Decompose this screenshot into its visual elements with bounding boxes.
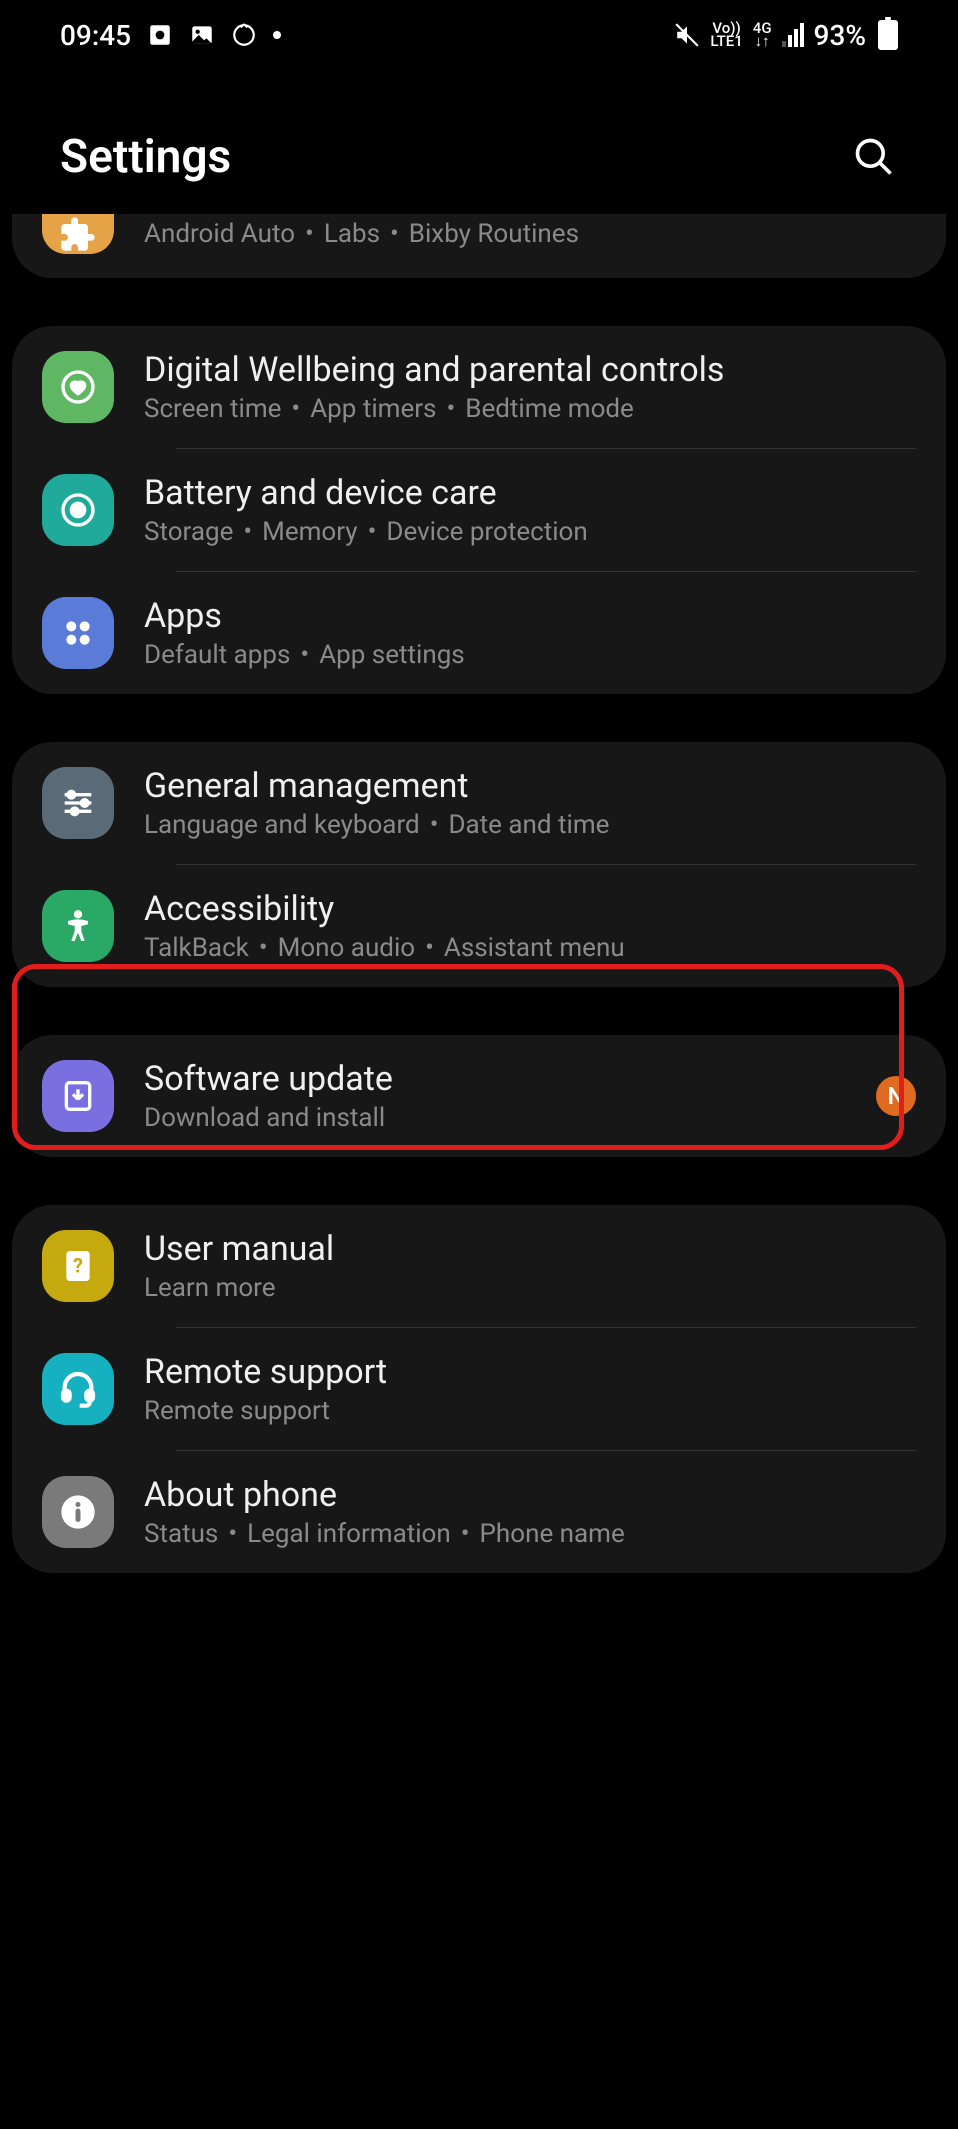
row-subtitle: Default apps•App settings: [144, 640, 916, 670]
volte-icon: Vo)) LTE1: [710, 22, 742, 49]
row-title: Battery and device care: [144, 473, 916, 513]
settings-row-about-phone[interactable]: About phone Status•Legal information•Pho…: [12, 1451, 946, 1573]
battery-percent: 93%: [814, 19, 866, 52]
refresh-circle-icon: [42, 474, 114, 546]
status-time: 09:45: [60, 19, 131, 52]
settings-row-remote-support[interactable]: Remote support Remote support: [12, 1328, 946, 1450]
settings-group: ? User manual Learn more Remote support …: [12, 1205, 946, 1573]
status-left: 09:45: [60, 19, 281, 52]
settings-row-apps[interactable]: Apps Default apps•App settings: [12, 572, 946, 694]
row-text: Remote support Remote support: [144, 1352, 916, 1426]
photo-icon: [147, 22, 173, 48]
page-title: Settings: [60, 130, 231, 184]
settings-group: Android Auto•Labs•Bixby Routines: [12, 214, 946, 278]
row-title: Software update: [144, 1059, 846, 1099]
settings-row-user-manual[interactable]: ? User manual Learn more: [12, 1205, 946, 1327]
row-text: Accessibility TalkBack•Mono audio•Assist…: [144, 889, 916, 963]
settings-group: General management Language and keyboard…: [12, 742, 946, 987]
row-title: General management: [144, 766, 916, 806]
network-4g-icon: 4G ↓↑: [753, 22, 772, 49]
row-subtitle: Screen time•App timers•Bedtime mode: [144, 394, 916, 424]
image-icon: [189, 22, 215, 48]
row-title: User manual: [144, 1229, 916, 1269]
row-text: Battery and device care Storage•Memory•D…: [144, 473, 916, 547]
settings-list: Android Auto•Labs•Bixby Routines Digital…: [0, 214, 958, 1573]
settings-row-accessibility[interactable]: Accessibility TalkBack•Mono audio•Assist…: [12, 865, 946, 987]
settings-row-advanced-features[interactable]: Android Auto•Labs•Bixby Routines: [12, 214, 946, 278]
row-title: Apps: [144, 596, 916, 636]
row-text: Apps Default apps•App settings: [144, 596, 916, 670]
row-title: About phone: [144, 1475, 916, 1515]
row-subtitle: Storage•Memory•Device protection: [144, 517, 916, 547]
svg-text:?: ?: [73, 1254, 83, 1278]
row-text: Digital Wellbeing and parental controls …: [144, 350, 916, 424]
row-subtitle: Learn more: [144, 1273, 916, 1303]
row-subtitle: Download and install: [144, 1103, 846, 1133]
settings-row-battery-device-care[interactable]: Battery and device care Storage•Memory•D…: [12, 449, 946, 571]
settings-group: Digital Wellbeing and parental controls …: [12, 326, 946, 694]
sliders-icon: [42, 767, 114, 839]
info-circle-icon: [42, 1476, 114, 1548]
row-title: Digital Wellbeing and parental controls: [144, 350, 916, 390]
row-title: Accessibility: [144, 889, 916, 929]
row-text: User manual Learn more: [144, 1229, 916, 1303]
settings-row-digital-wellbeing[interactable]: Digital Wellbeing and parental controls …: [12, 326, 946, 448]
signal-bars-icon: [782, 23, 804, 47]
battery-icon: [878, 20, 898, 50]
settings-group: Software update Download and install N: [12, 1035, 946, 1157]
search-icon: [852, 135, 896, 179]
row-text: About phone Status•Legal information•Pho…: [144, 1475, 916, 1549]
settings-row-software-update[interactable]: Software update Download and install N: [12, 1035, 946, 1157]
status-right: Vo)) LTE1 4G ↓↑ 93%: [674, 19, 898, 52]
mute-icon: [674, 22, 700, 48]
book-help-icon: ?: [42, 1230, 114, 1302]
dots-four-icon: [42, 597, 114, 669]
row-subtitle: Remote support: [144, 1396, 916, 1426]
status-bar: 09:45 Vo)) LTE1 4G ↓↑ 93%: [0, 0, 958, 70]
update-icon: [231, 22, 257, 48]
row-subtitle: Android Auto•Labs•Bixby Routines: [144, 219, 916, 249]
headset-icon: [42, 1353, 114, 1425]
row-subtitle: Status•Legal information•Phone name: [144, 1519, 916, 1549]
heart-circle-icon: [42, 351, 114, 423]
row-text: General management Language and keyboard…: [144, 766, 916, 840]
search-button[interactable]: [850, 133, 898, 181]
header: Settings: [0, 70, 958, 224]
row-text: Software update Download and install: [144, 1059, 846, 1133]
person-icon: [42, 890, 114, 962]
download-tile-icon: [42, 1060, 114, 1132]
puzzle-icon: [42, 214, 114, 254]
more-dot-icon: [273, 31, 281, 39]
row-text: Android Auto•Labs•Bixby Routines: [144, 219, 916, 249]
row-subtitle: TalkBack•Mono audio•Assistant menu: [144, 933, 916, 963]
row-title: Remote support: [144, 1352, 916, 1392]
notification-badge: N: [876, 1076, 916, 1116]
settings-row-general-management[interactable]: General management Language and keyboard…: [12, 742, 946, 864]
row-subtitle: Language and keyboard•Date and time: [144, 810, 916, 840]
